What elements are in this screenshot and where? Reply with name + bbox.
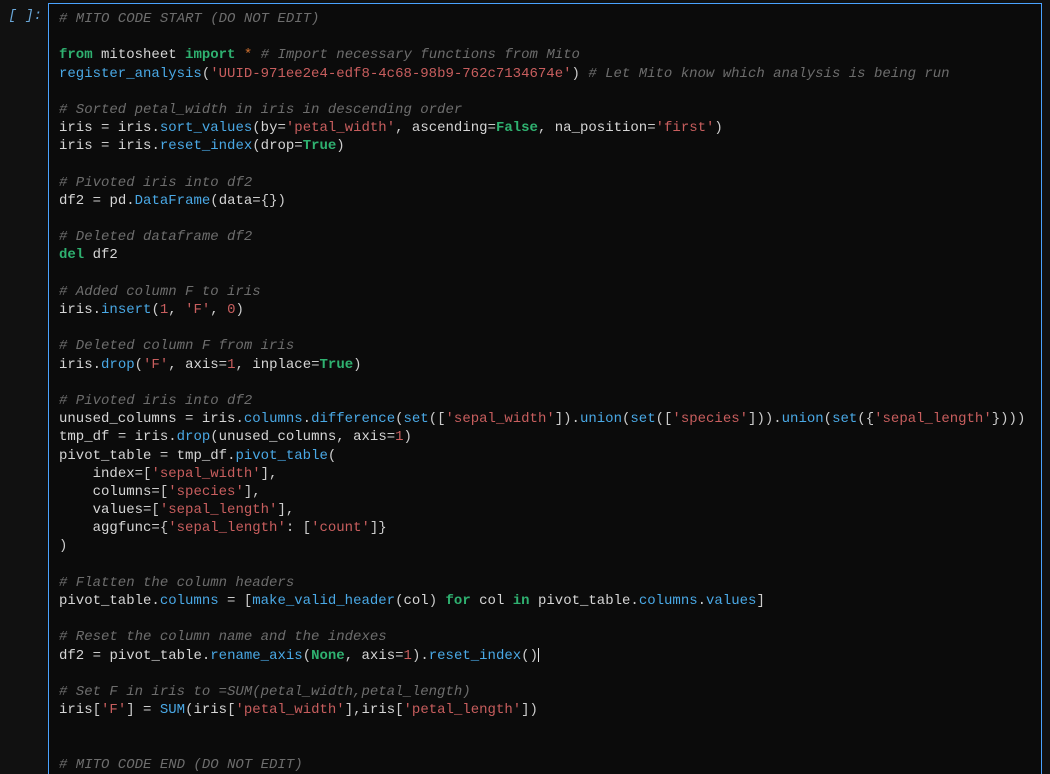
- code-editor[interactable]: # MITO CODE START (DO NOT EDIT) from mit…: [48, 3, 1042, 774]
- notebook-cell: [ ]: # MITO CODE START (DO NOT EDIT) fro…: [0, 0, 1050, 774]
- comment: # MITO CODE START (DO NOT EDIT): [59, 11, 319, 27]
- text-cursor: [538, 648, 539, 662]
- input-prompt: [ ]:: [0, 0, 48, 24]
